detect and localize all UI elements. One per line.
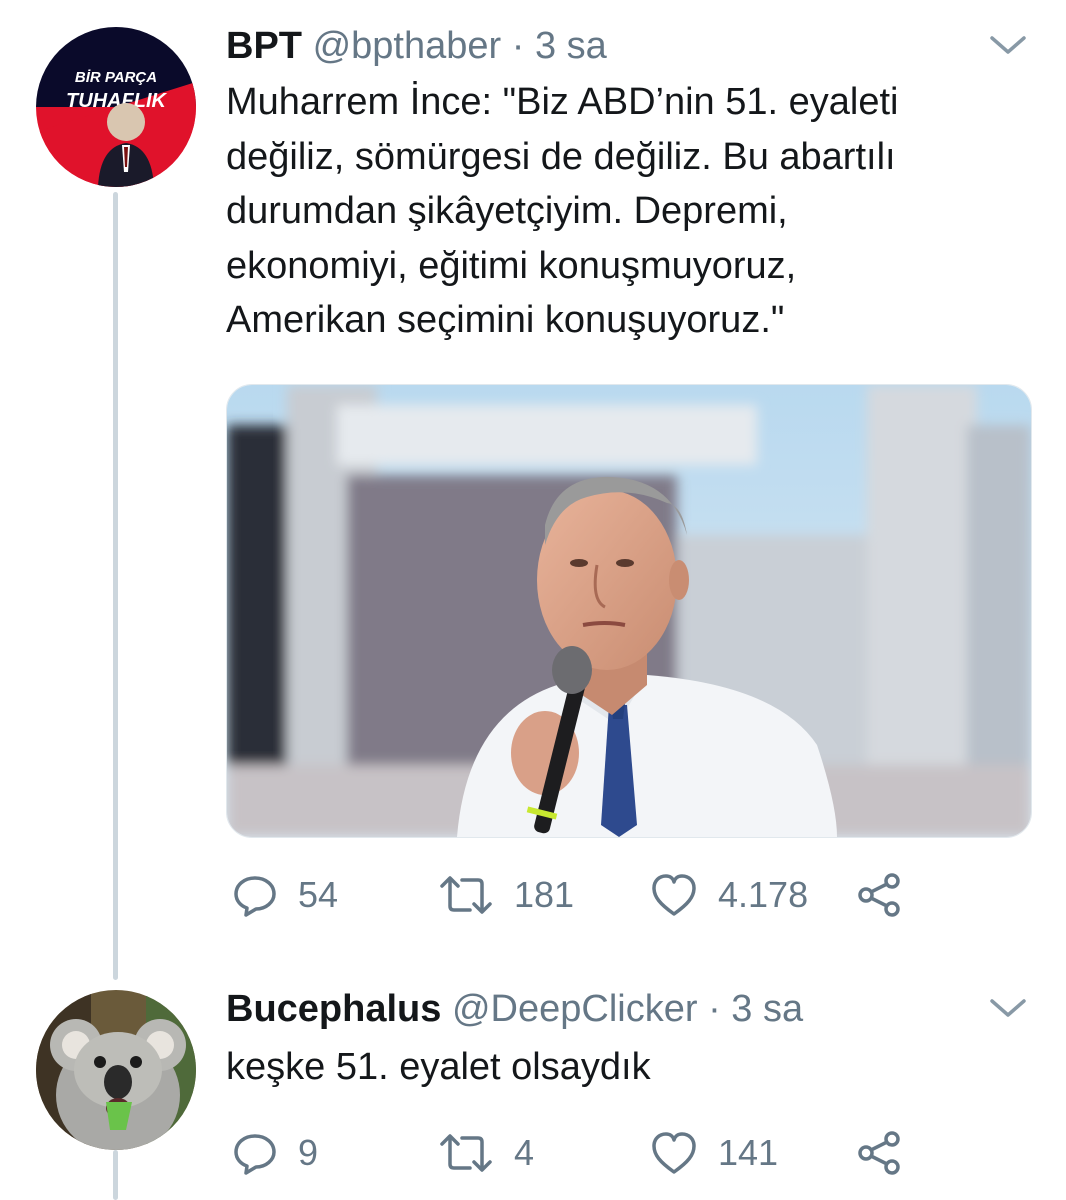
retweet-button[interactable]: 181 — [438, 870, 574, 920]
tweet-text-line: ekonomiyi, eğitimi konuşmuyoruz, — [226, 244, 797, 287]
retweet-button[interactable]: 4 — [438, 1128, 534, 1178]
tweet-actions: 54 181 4.178 — [226, 870, 926, 920]
author-name[interactable]: BPT — [226, 25, 302, 67]
share-button[interactable] — [856, 870, 904, 920]
retweet-count: 181 — [514, 874, 575, 915]
reply-icon — [232, 872, 278, 918]
like-button[interactable]: 4.178 — [650, 870, 808, 920]
reply-count: 9 — [298, 1132, 319, 1173]
tweet-text-line: değiliz, sömürgesi de değiliz. Bu abartı… — [226, 135, 896, 178]
tweet-actions: 9 4 141 — [226, 1128, 926, 1178]
retweet-count: 4 — [514, 1132, 535, 1173]
retweet-icon — [438, 1130, 494, 1176]
tweet-text-line: durumdan şikâyetçiyim. Depremi, — [226, 190, 788, 232]
like-count: 4.178 — [718, 874, 809, 915]
tweet-header: Bucephalus @DeepClicker · 3 sa — [226, 986, 803, 1032]
thread-line — [113, 1150, 118, 1200]
avatar[interactable]: BİR PARÇA TUHAFLIK — [36, 27, 196, 187]
reply-count: 54 — [298, 874, 339, 915]
separator: · — [511, 25, 525, 67]
author-handle[interactable]: @bpthaber — [313, 25, 502, 67]
tweet-text: Muharrem İnce: "Biz ABD’nin 51. eyaleti … — [226, 75, 898, 348]
chevron-down-icon[interactable] — [988, 995, 1028, 1023]
thread-line — [113, 192, 118, 980]
heart-icon — [650, 1130, 698, 1176]
chevron-down-icon[interactable] — [988, 32, 1028, 60]
separator: · — [708, 988, 721, 1030]
avatar[interactable] — [36, 990, 196, 1150]
retweet-icon — [438, 872, 494, 918]
tweet-text-line: keşke 51. eyalet olsaydık — [226, 1046, 651, 1088]
tweet-photo[interactable] — [226, 384, 1032, 838]
share-button[interactable] — [856, 1128, 904, 1178]
reply-icon — [232, 1130, 278, 1176]
share-icon — [856, 1129, 904, 1177]
reply-button[interactable]: 54 — [232, 870, 338, 920]
like-button[interactable]: 141 — [650, 1128, 778, 1178]
tweet-header: BPT @bpthaber · 3 sa — [226, 23, 607, 69]
heart-icon — [650, 872, 698, 918]
avatar-logo-text-top: BİR PARÇA — [75, 69, 157, 86]
tweet-text-line: Amerikan seçimini konuşuyoruz." — [226, 299, 785, 341]
like-count: 141 — [718, 1132, 779, 1173]
timestamp[interactable]: 3 sa — [535, 25, 607, 67]
timestamp[interactable]: 3 sa — [731, 988, 803, 1030]
tweet-text-line: Muharrem İnce: "Biz ABD’nin 51. eyaleti — [226, 81, 899, 123]
reply-button[interactable]: 9 — [232, 1128, 318, 1178]
author-name[interactable]: Bucephalus — [226, 988, 441, 1030]
author-handle[interactable]: @DeepClicker — [452, 988, 698, 1030]
share-icon — [856, 871, 904, 919]
tweet-text: keşke 51. eyalet olsaydık — [226, 1040, 651, 1095]
